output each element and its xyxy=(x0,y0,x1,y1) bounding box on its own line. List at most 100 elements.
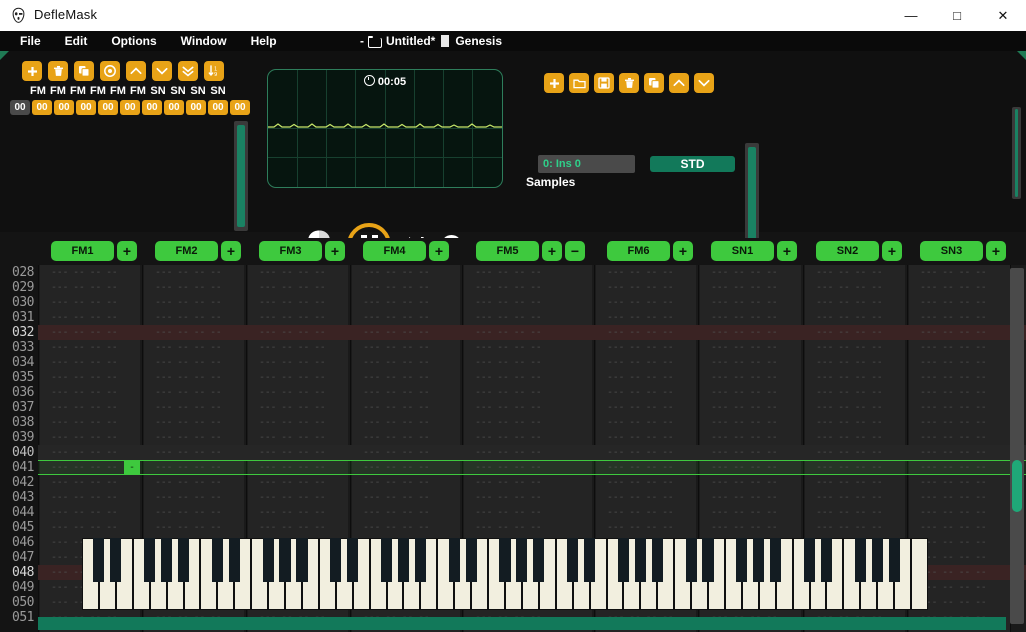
pattern-cell[interactable]: --------- xyxy=(711,400,778,415)
pattern-instrument[interactable]: -- xyxy=(733,340,745,355)
pattern-effect[interactable]: -- xyxy=(871,355,883,370)
pattern-cell[interactable]: --------- xyxy=(816,385,883,400)
pattern-volume[interactable]: -- xyxy=(959,535,971,550)
pattern-note[interactable]: --- xyxy=(920,325,937,340)
pattern-volume[interactable]: -- xyxy=(90,280,102,295)
pattern-effect[interactable]: -- xyxy=(975,535,987,550)
pattern-volume[interactable]: -- xyxy=(959,490,971,505)
pattern-instrument[interactable]: -- xyxy=(942,475,954,490)
pattern-effect[interactable]: -- xyxy=(975,475,987,490)
pattern-cell[interactable]: --------- xyxy=(711,265,778,280)
pattern-instrument[interactable]: -- xyxy=(385,445,397,460)
pattern-instrument[interactable]: -- xyxy=(177,415,189,430)
pattern-instrument[interactable]: -- xyxy=(385,355,397,370)
instrument-mode-button[interactable]: STD xyxy=(650,156,735,172)
pattern-volume[interactable]: -- xyxy=(750,385,762,400)
pattern-volume[interactable]: -- xyxy=(514,505,526,520)
pattern-volume[interactable]: -- xyxy=(194,415,206,430)
move-up-button[interactable] xyxy=(126,61,146,81)
pattern-cell[interactable]: --------- xyxy=(920,310,987,325)
pattern-effect[interactable]: -- xyxy=(418,520,430,535)
pattern-volume[interactable]: -- xyxy=(90,355,102,370)
pattern-note[interactable]: --- xyxy=(363,325,380,340)
pattern-note[interactable]: --- xyxy=(363,520,380,535)
pattern-volume[interactable]: -- xyxy=(855,445,867,460)
pattern-note[interactable]: --- xyxy=(155,295,172,310)
pattern-note[interactable]: --- xyxy=(475,280,492,295)
pattern-cell[interactable]: --------- xyxy=(607,505,674,520)
pattern-volume[interactable]: -- xyxy=(959,295,971,310)
pattern-effect[interactable]: -- xyxy=(975,415,987,430)
pattern-cell[interactable]: --------- xyxy=(363,415,430,430)
pattern-volume[interactable]: -- xyxy=(646,430,658,445)
pattern-note[interactable]: --- xyxy=(363,340,380,355)
pattern-cell[interactable]: --------- xyxy=(155,520,222,535)
pattern-cell[interactable]: --------- xyxy=(363,325,430,340)
pattern-effect[interactable]: -- xyxy=(210,520,222,535)
pattern-cell[interactable]: --------- xyxy=(607,490,674,505)
pattern-volume[interactable]: -- xyxy=(90,520,102,535)
pattern-effect[interactable]: -- xyxy=(662,490,674,505)
pattern-effect[interactable]: -- xyxy=(314,460,326,475)
pattern-note[interactable]: --- xyxy=(607,400,624,415)
pattern-volume[interactable]: -- xyxy=(90,400,102,415)
settings-scrollbar[interactable] xyxy=(1012,107,1021,199)
pattern-instrument[interactable]: -- xyxy=(733,385,745,400)
pattern-instrument[interactable]: -- xyxy=(629,265,641,280)
piano-white-key[interactable] xyxy=(911,538,928,610)
pattern-cell[interactable]: --------- xyxy=(155,340,222,355)
pattern-cell[interactable]: --------- xyxy=(920,430,987,445)
pattern-instrument[interactable]: -- xyxy=(733,265,745,280)
pattern-effect[interactable]: -- xyxy=(106,505,118,520)
pattern-note[interactable]: --- xyxy=(155,460,172,475)
pattern-effect[interactable]: -- xyxy=(871,370,883,385)
pattern-volume[interactable]: -- xyxy=(194,280,206,295)
pattern-effect[interactable]: -- xyxy=(766,505,778,520)
pattern-effect[interactable]: -- xyxy=(766,445,778,460)
pattern-volume[interactable]: -- xyxy=(750,265,762,280)
pattern-volume[interactable]: -- xyxy=(90,415,102,430)
pattern-instrument[interactable]: -- xyxy=(281,520,293,535)
pattern-volume[interactable]: -- xyxy=(855,265,867,280)
pattern-cell[interactable]: --------- xyxy=(363,370,430,385)
pattern-note[interactable]: --- xyxy=(475,460,492,475)
pattern-note[interactable]: --- xyxy=(711,520,728,535)
matrix-cell-0[interactable]: 00 xyxy=(32,100,52,115)
pattern-effect[interactable]: -- xyxy=(530,400,542,415)
pattern-cell[interactable]: --------- xyxy=(816,490,883,505)
piano-black-key[interactable] xyxy=(330,538,342,582)
pattern-instrument[interactable]: -- xyxy=(385,415,397,430)
piano-black-key[interactable] xyxy=(770,538,782,582)
current-instrument-field[interactable]: 0: Ins 0 xyxy=(538,155,635,173)
pattern-instrument[interactable]: -- xyxy=(385,520,397,535)
pattern-volume[interactable]: -- xyxy=(855,415,867,430)
menu-file[interactable]: File xyxy=(8,31,53,51)
pattern-note[interactable]: --- xyxy=(816,310,833,325)
pattern-cell[interactable]: --------- xyxy=(816,325,883,340)
pattern-instrument[interactable]: -- xyxy=(177,400,189,415)
pattern-note[interactable]: --- xyxy=(920,370,937,385)
pattern-effect[interactable]: -- xyxy=(106,280,118,295)
pattern-note[interactable]: --- xyxy=(155,385,172,400)
pattern-volume[interactable]: -- xyxy=(194,430,206,445)
pattern-effect[interactable]: -- xyxy=(210,400,222,415)
pattern-effect[interactable]: -- xyxy=(418,385,430,400)
pattern-note[interactable]: --- xyxy=(363,475,380,490)
pattern-cell[interactable]: --------- xyxy=(259,325,326,340)
pattern-volume[interactable]: -- xyxy=(750,490,762,505)
pattern-effect[interactable]: -- xyxy=(314,385,326,400)
pattern-note[interactable]: --- xyxy=(816,295,833,310)
pattern-instrument[interactable]: -- xyxy=(385,295,397,310)
pattern-effect[interactable]: -- xyxy=(106,385,118,400)
pattern-cell[interactable]: --------- xyxy=(155,430,222,445)
pattern-effect[interactable]: -- xyxy=(871,400,883,415)
pattern-instrument[interactable]: -- xyxy=(629,385,641,400)
pattern-volume[interactable]: -- xyxy=(855,325,867,340)
pattern-volume[interactable]: -- xyxy=(194,445,206,460)
pattern-note[interactable]: --- xyxy=(259,265,276,280)
pattern-volume[interactable]: -- xyxy=(855,520,867,535)
pattern-cell[interactable]: --------- xyxy=(51,490,118,505)
pattern-note[interactable]: --- xyxy=(259,415,276,430)
pattern-effect[interactable]: -- xyxy=(975,370,987,385)
pattern-instrument[interactable]: -- xyxy=(629,325,641,340)
